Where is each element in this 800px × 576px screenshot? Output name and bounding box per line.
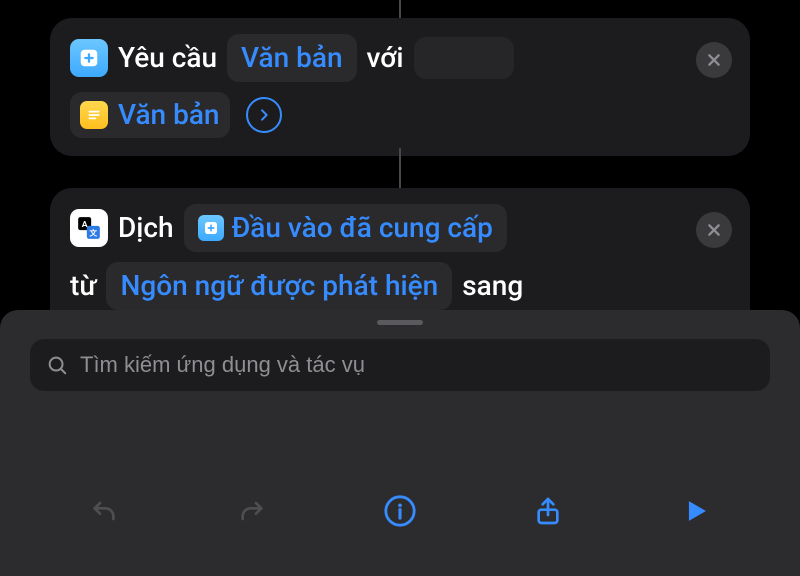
share-icon [532, 495, 564, 527]
source-language-token[interactable]: Ngôn ngữ được phát hiện [106, 262, 452, 310]
connector-line [399, 148, 401, 188]
info-button[interactable] [372, 483, 428, 539]
action-title: Yêu cầu [118, 36, 217, 80]
connector-line [399, 0, 401, 18]
provided-input-token[interactable]: Đầu vào đã cung cấp [184, 204, 507, 252]
token-label: Đầu vào đã cung cấp [232, 206, 493, 250]
action-title: Dịch [118, 206, 174, 250]
expand-options-button[interactable] [246, 97, 282, 133]
plus-square-icon [78, 47, 100, 69]
undo-icon [88, 495, 120, 527]
sheet-grabber[interactable] [377, 320, 423, 325]
token-label: Văn bản [118, 93, 220, 137]
text-variable-token[interactable]: Văn bản [70, 92, 230, 138]
share-button[interactable] [520, 483, 576, 539]
action-card-ask-input[interactable]: Yêu cầu Văn bản với Văn bản [50, 18, 750, 156]
text-lines-icon [80, 101, 108, 129]
remove-action-button[interactable] [696, 42, 732, 78]
remove-action-button[interactable] [696, 212, 732, 248]
bottom-toolbar [0, 466, 800, 576]
play-icon [679, 494, 713, 528]
redo-icon [236, 495, 268, 527]
to-label: sang [462, 264, 523, 308]
undo-button[interactable] [76, 483, 132, 539]
close-icon [706, 52, 722, 68]
svg-text:文: 文 [90, 228, 98, 238]
plus-square-icon [198, 215, 224, 241]
empty-value-slot[interactable] [414, 37, 514, 79]
translate-app-icon: A 文 [70, 209, 108, 247]
from-label: từ [70, 264, 96, 308]
info-icon [383, 494, 417, 528]
action-search-sheet [0, 310, 800, 576]
search-bar[interactable] [30, 339, 770, 391]
close-icon [706, 222, 722, 238]
search-icon [46, 354, 68, 376]
run-button[interactable] [668, 483, 724, 539]
ask-input-app-icon [70, 39, 108, 77]
translate-icon: A 文 [76, 215, 102, 241]
search-input[interactable] [80, 352, 754, 378]
with-label: với [367, 36, 404, 80]
input-type-token[interactable]: Văn bản [227, 34, 357, 82]
redo-button[interactable] [224, 483, 280, 539]
chevron-right-icon [256, 107, 272, 123]
